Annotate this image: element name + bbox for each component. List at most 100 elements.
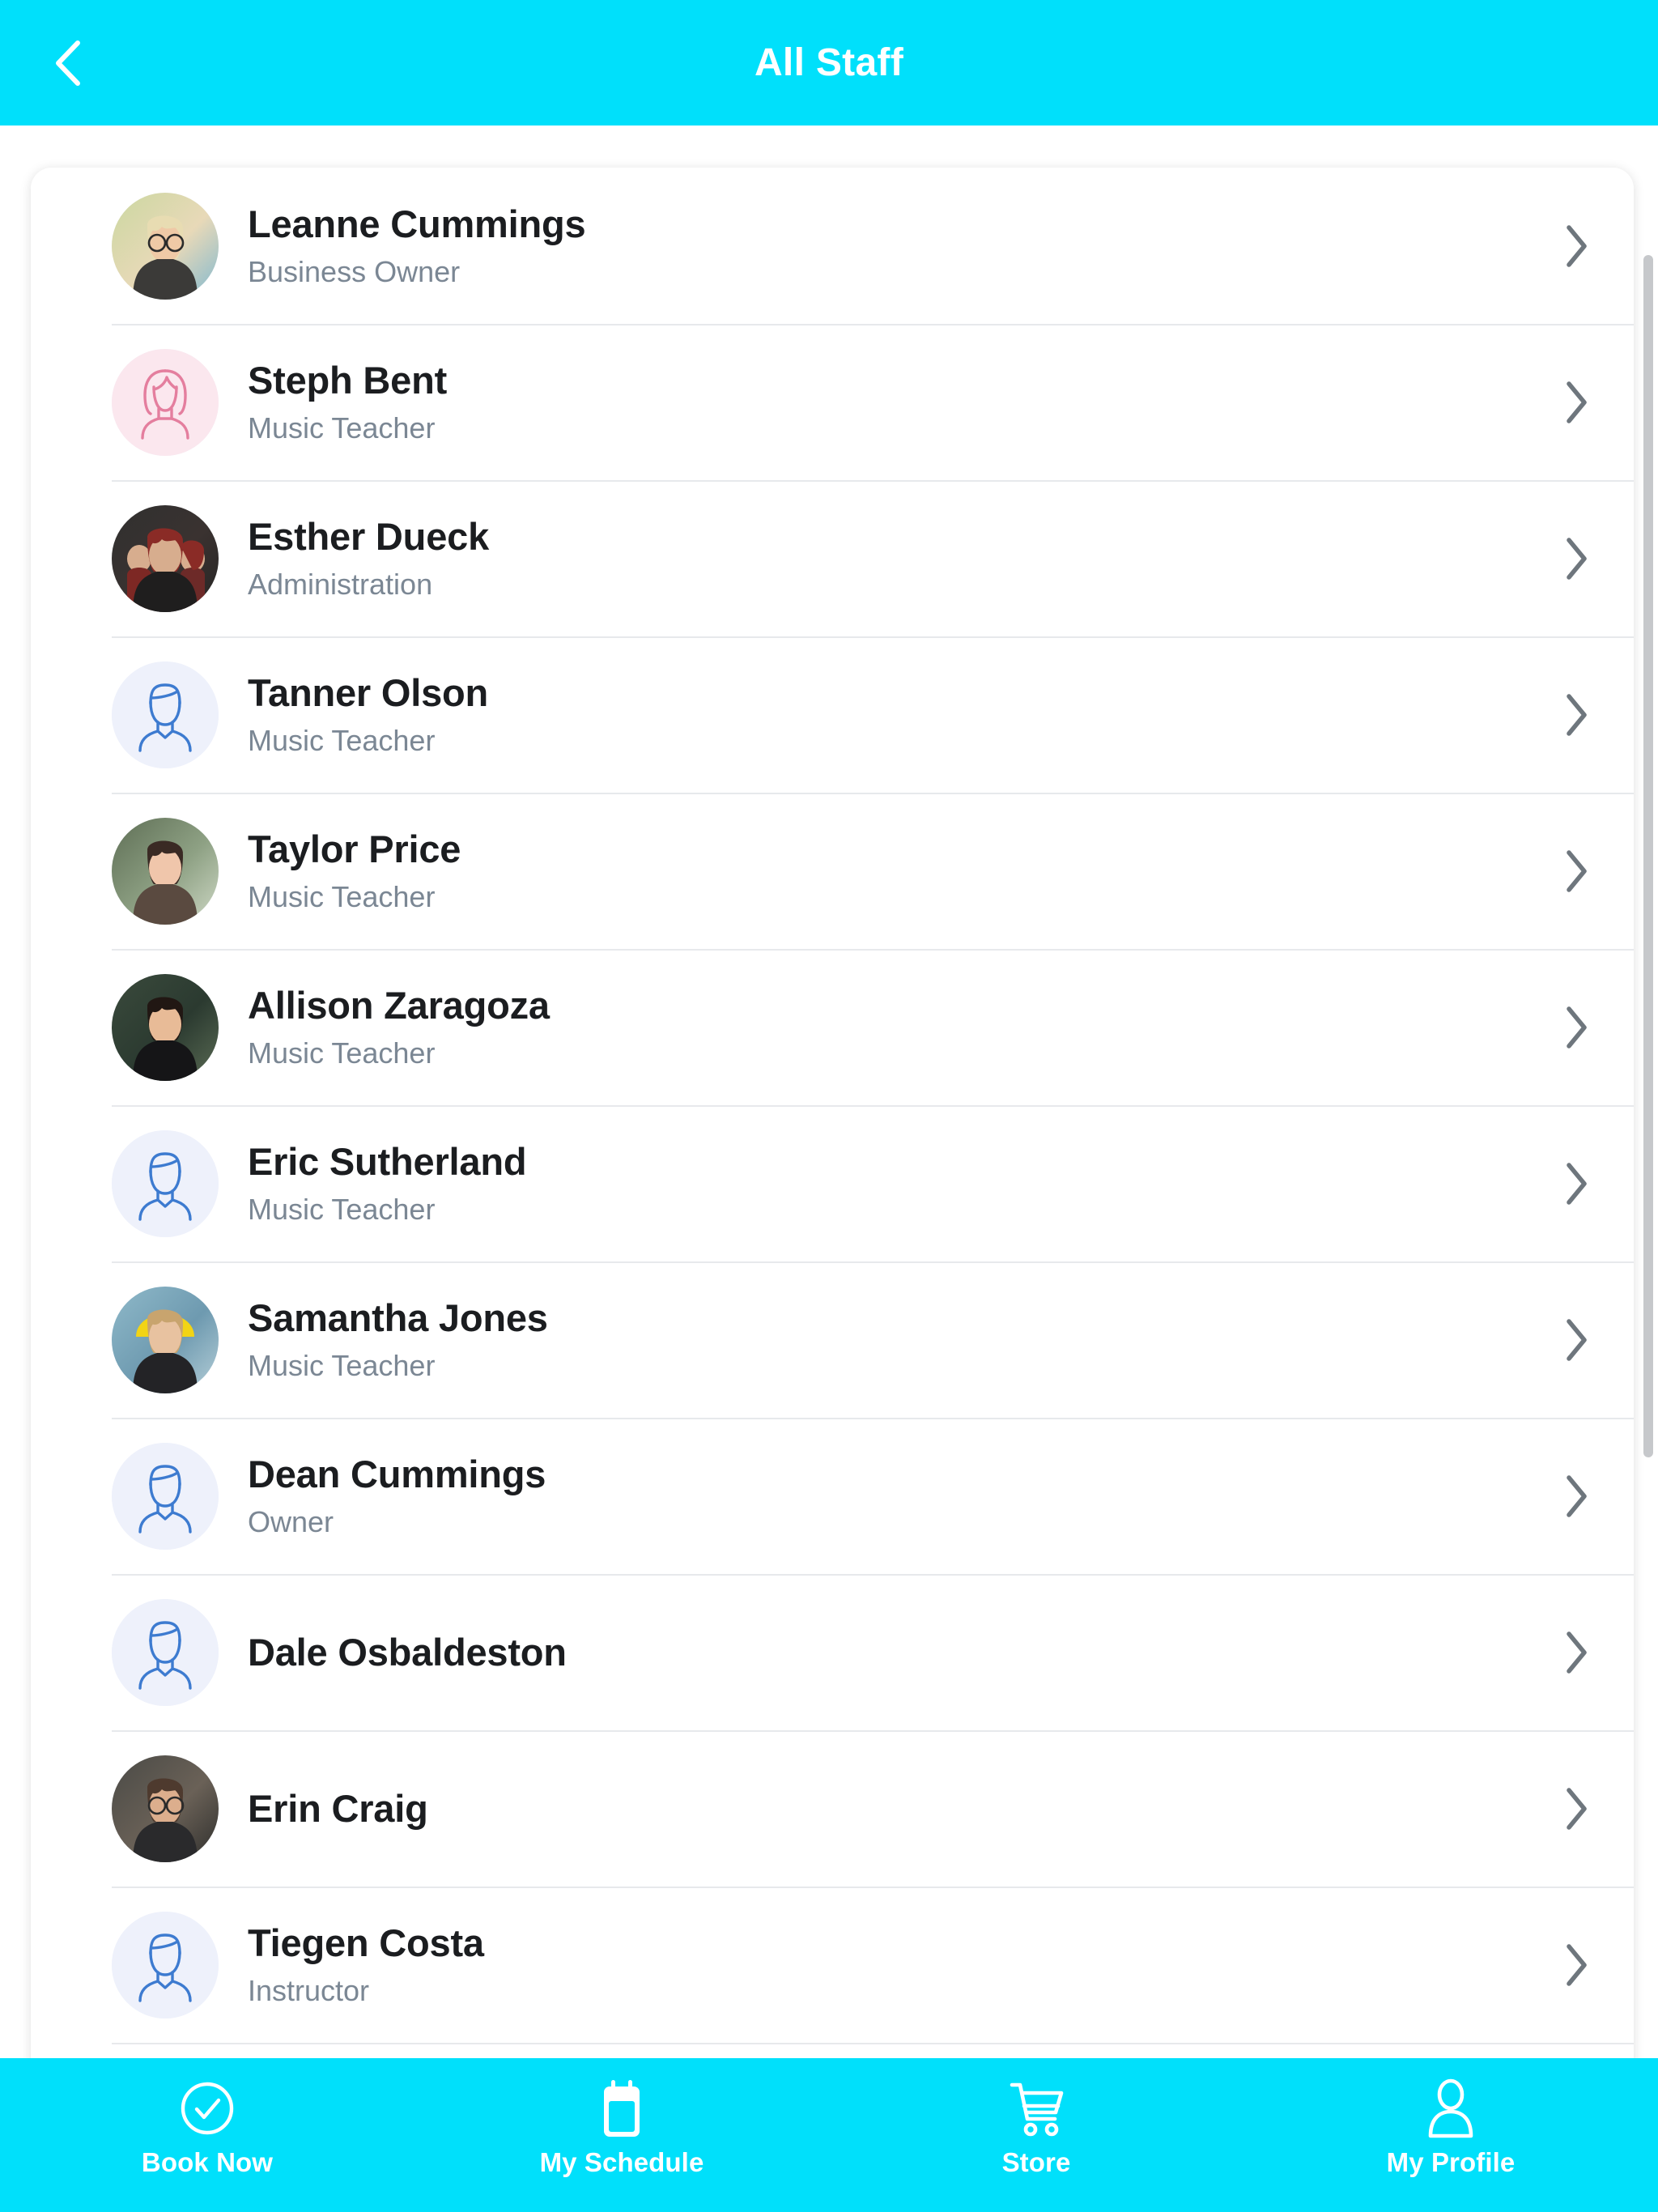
avatar bbox=[112, 504, 219, 612]
female-avatar-icon bbox=[112, 348, 219, 456]
staff-photo bbox=[112, 973, 219, 1081]
app-header: All Staff bbox=[0, 0, 1658, 125]
avatar bbox=[112, 1442, 219, 1550]
avatar bbox=[112, 973, 219, 1081]
staff-row[interactable]: Dale Osbaldeston bbox=[31, 1574, 1634, 1730]
avatar bbox=[112, 1911, 219, 2018]
nav-item-my-schedule[interactable]: My Schedule bbox=[414, 2058, 829, 2212]
staff-row-text: Erin Craig bbox=[248, 1786, 1520, 1831]
staff-name: Leanne Cummings bbox=[248, 202, 586, 245]
chevron-right-icon bbox=[1567, 1631, 1587, 1674]
staff-row-text: Samantha Jones Music Teacher bbox=[248, 1295, 1520, 1384]
staff-role: Music Teacher bbox=[248, 880, 436, 914]
staff-role: Music Teacher bbox=[248, 1193, 436, 1227]
scrollbar-thumb[interactable] bbox=[1643, 255, 1653, 1457]
staff-photo bbox=[112, 1286, 219, 1393]
staff-name: Tiegen Costa bbox=[248, 1921, 484, 1964]
staff-name: Dean Cummings bbox=[248, 1452, 546, 1495]
shopping-cart-icon bbox=[1005, 2079, 1068, 2138]
staff-name: Steph Bent bbox=[248, 358, 448, 402]
page-title: All Staff bbox=[754, 40, 904, 84]
avatar bbox=[112, 192, 219, 300]
avatar bbox=[112, 661, 219, 768]
staff-row-chevron[interactable] bbox=[1520, 380, 1634, 425]
staff-row[interactable]: Erin Craig bbox=[31, 1730, 1634, 1887]
staff-row[interactable]: Tiegen Costa Instructor bbox=[31, 1887, 1634, 2043]
staff-role: Administration bbox=[248, 568, 433, 602]
staff-row-chevron[interactable] bbox=[1520, 849, 1634, 894]
staff-row-text: Leanne Cummings Business Owner bbox=[248, 202, 1520, 290]
chevron-right-icon bbox=[1567, 224, 1587, 267]
chevron-right-icon bbox=[1567, 1006, 1587, 1049]
staff-name: Samantha Jones bbox=[248, 1295, 548, 1339]
staff-row-text: Taylor Price Music Teacher bbox=[248, 827, 1520, 915]
staff-name: Taylor Price bbox=[248, 827, 461, 870]
staff-row-text: Steph Bent Music Teacher bbox=[248, 358, 1520, 446]
staff-photo bbox=[112, 192, 219, 300]
avatar bbox=[112, 1286, 219, 1393]
staff-row[interactable]: Esther Dueck Administration bbox=[31, 480, 1634, 636]
person-icon bbox=[1428, 2078, 1473, 2138]
staff-role: Music Teacher bbox=[248, 1036, 436, 1070]
staff-row[interactable]: Allison Zaragoza Music Teacher bbox=[31, 949, 1634, 1105]
all-staff-screen: All Staff Leanne Cummings Business Owner S… bbox=[0, 0, 1658, 2212]
staff-photo bbox=[112, 504, 219, 612]
staff-role: Music Teacher bbox=[248, 411, 436, 445]
staff-row-text: Eric Sutherland Music Teacher bbox=[248, 1139, 1520, 1227]
avatar bbox=[112, 348, 219, 456]
staff-row-chevron[interactable] bbox=[1520, 1005, 1634, 1050]
avatar bbox=[112, 1129, 219, 1237]
chevron-right-icon bbox=[1567, 381, 1587, 423]
chevron-left-icon bbox=[56, 40, 80, 86]
shopping-cart-icon bbox=[1010, 2082, 1064, 2137]
staff-name: Allison Zaragoza bbox=[248, 983, 550, 1027]
chevron-right-icon bbox=[1567, 1162, 1587, 1205]
staff-row[interactable]: Samantha Jones Music Teacher bbox=[31, 1261, 1634, 1418]
staff-photo bbox=[112, 1755, 219, 1862]
nav-item-label: Book Now bbox=[141, 2147, 274, 2177]
staff-row[interactable]: Tanner Olson Music Teacher bbox=[31, 636, 1634, 793]
nav-item-my-profile[interactable]: My Profile bbox=[1244, 2058, 1658, 2212]
staff-row-chevron[interactable] bbox=[1520, 223, 1634, 269]
male-avatar-icon bbox=[112, 1129, 219, 1237]
staff-row-chevron[interactable] bbox=[1520, 1474, 1634, 1519]
male-avatar-icon bbox=[112, 1911, 219, 2018]
staff-name: Tanner Olson bbox=[248, 670, 489, 714]
chevron-right-icon bbox=[1567, 849, 1587, 892]
staff-row-chevron[interactable] bbox=[1520, 536, 1634, 581]
staff-role: Business Owner bbox=[248, 255, 461, 289]
staff-row-chevron[interactable] bbox=[1520, 1161, 1634, 1206]
staff-role: Music Teacher bbox=[248, 1349, 436, 1383]
staff-row-chevron[interactable] bbox=[1520, 1630, 1634, 1675]
back-button[interactable] bbox=[23, 0, 112, 125]
staff-row[interactable]: Leanne Cummings Business Owner bbox=[31, 168, 1634, 324]
avatar bbox=[112, 1755, 219, 1862]
nav-item-label: Store bbox=[1001, 2147, 1071, 2177]
staff-row-chevron[interactable] bbox=[1520, 692, 1634, 738]
staff-photo bbox=[112, 817, 219, 925]
staff-row[interactable]: Steph Bent Music Teacher bbox=[31, 324, 1634, 480]
chevron-right-icon bbox=[1567, 1474, 1587, 1517]
staff-row[interactable]: Eric Sutherland Music Teacher bbox=[31, 1105, 1634, 1261]
chevron-right-icon bbox=[1567, 693, 1587, 736]
nav-item-store[interactable]: Store bbox=[829, 2058, 1244, 2212]
staff-role: Owner bbox=[248, 1505, 334, 1539]
staff-role: Music Teacher bbox=[248, 724, 436, 758]
avatar bbox=[112, 817, 219, 925]
staff-row-chevron[interactable] bbox=[1520, 1942, 1634, 1988]
chevron-right-icon bbox=[1567, 1318, 1587, 1361]
staff-row-chevron[interactable] bbox=[1520, 1786, 1634, 1831]
check-circle-icon bbox=[181, 2082, 234, 2135]
nav-item-label: My Schedule bbox=[539, 2147, 704, 2177]
staff-name: Eric Sutherland bbox=[248, 1139, 527, 1183]
calendar-icon bbox=[604, 2080, 640, 2137]
male-avatar-icon bbox=[112, 1442, 219, 1550]
scrollbar[interactable] bbox=[1643, 255, 1653, 2198]
staff-row-chevron[interactable] bbox=[1520, 1317, 1634, 1363]
chevron-right-icon bbox=[1567, 1787, 1587, 1830]
staff-role: Instructor bbox=[248, 1974, 370, 2008]
staff-row[interactable]: Dean Cummings Owner bbox=[31, 1418, 1634, 1574]
staff-row[interactable]: Taylor Price Music Teacher bbox=[31, 793, 1634, 949]
chevron-right-icon bbox=[1567, 537, 1587, 580]
nav-item-book-now[interactable]: Book Now bbox=[0, 2058, 414, 2212]
